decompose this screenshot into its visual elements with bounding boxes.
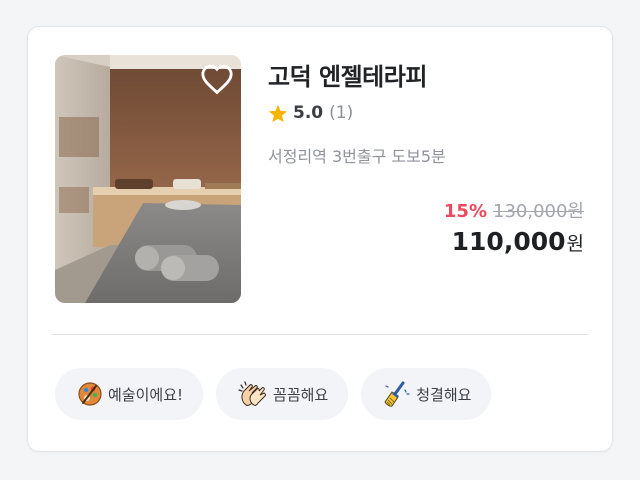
tag-label: 예술이에요!	[108, 385, 184, 404]
final-price-row: 110,000원	[444, 227, 584, 256]
tag-meticulous[interactable]: 꼼꼼해요	[216, 368, 349, 420]
review-count[interactable]: (1)	[329, 103, 353, 123]
discount-rate: 15%	[443, 201, 487, 222]
tag-label: 청결해요	[416, 385, 472, 404]
clapping-hands-icon	[238, 381, 266, 406]
price-block: 15% 130,000원 110,000원	[444, 197, 584, 256]
favorite-button[interactable]	[199, 61, 235, 97]
location-text: 서정리역 3번출구 도보5분	[268, 147, 446, 166]
tag-clean[interactable]: 청결해요	[361, 368, 492, 420]
divider	[52, 334, 588, 335]
art-palette-icon	[78, 382, 102, 406]
tag-art[interactable]: 예술이에요!	[55, 368, 204, 420]
listing-thumbnail[interactable]	[55, 55, 241, 303]
star-icon	[268, 104, 288, 122]
broom-icon	[384, 381, 410, 407]
listing-title[interactable]: 고덕 엔젤테라피	[268, 57, 427, 92]
currency-unit: 원	[566, 233, 584, 255]
heart-outline-icon	[201, 64, 233, 95]
original-price: 130,000원	[493, 201, 584, 222]
listing-card[interactable]: 고덕 엔젤테라피 5.0 (1) 서정리역 3번출구 도보5분 15% 130,0…	[27, 26, 613, 452]
tag-label: 꼼꼼해요	[273, 385, 329, 404]
rating-row: 5.0 (1)	[268, 103, 353, 123]
rating-score: 5.0	[293, 103, 324, 123]
final-price: 110,000	[451, 227, 566, 256]
review-tags: 예술이에요! 꼼꼼해요 청결해요	[55, 368, 492, 420]
